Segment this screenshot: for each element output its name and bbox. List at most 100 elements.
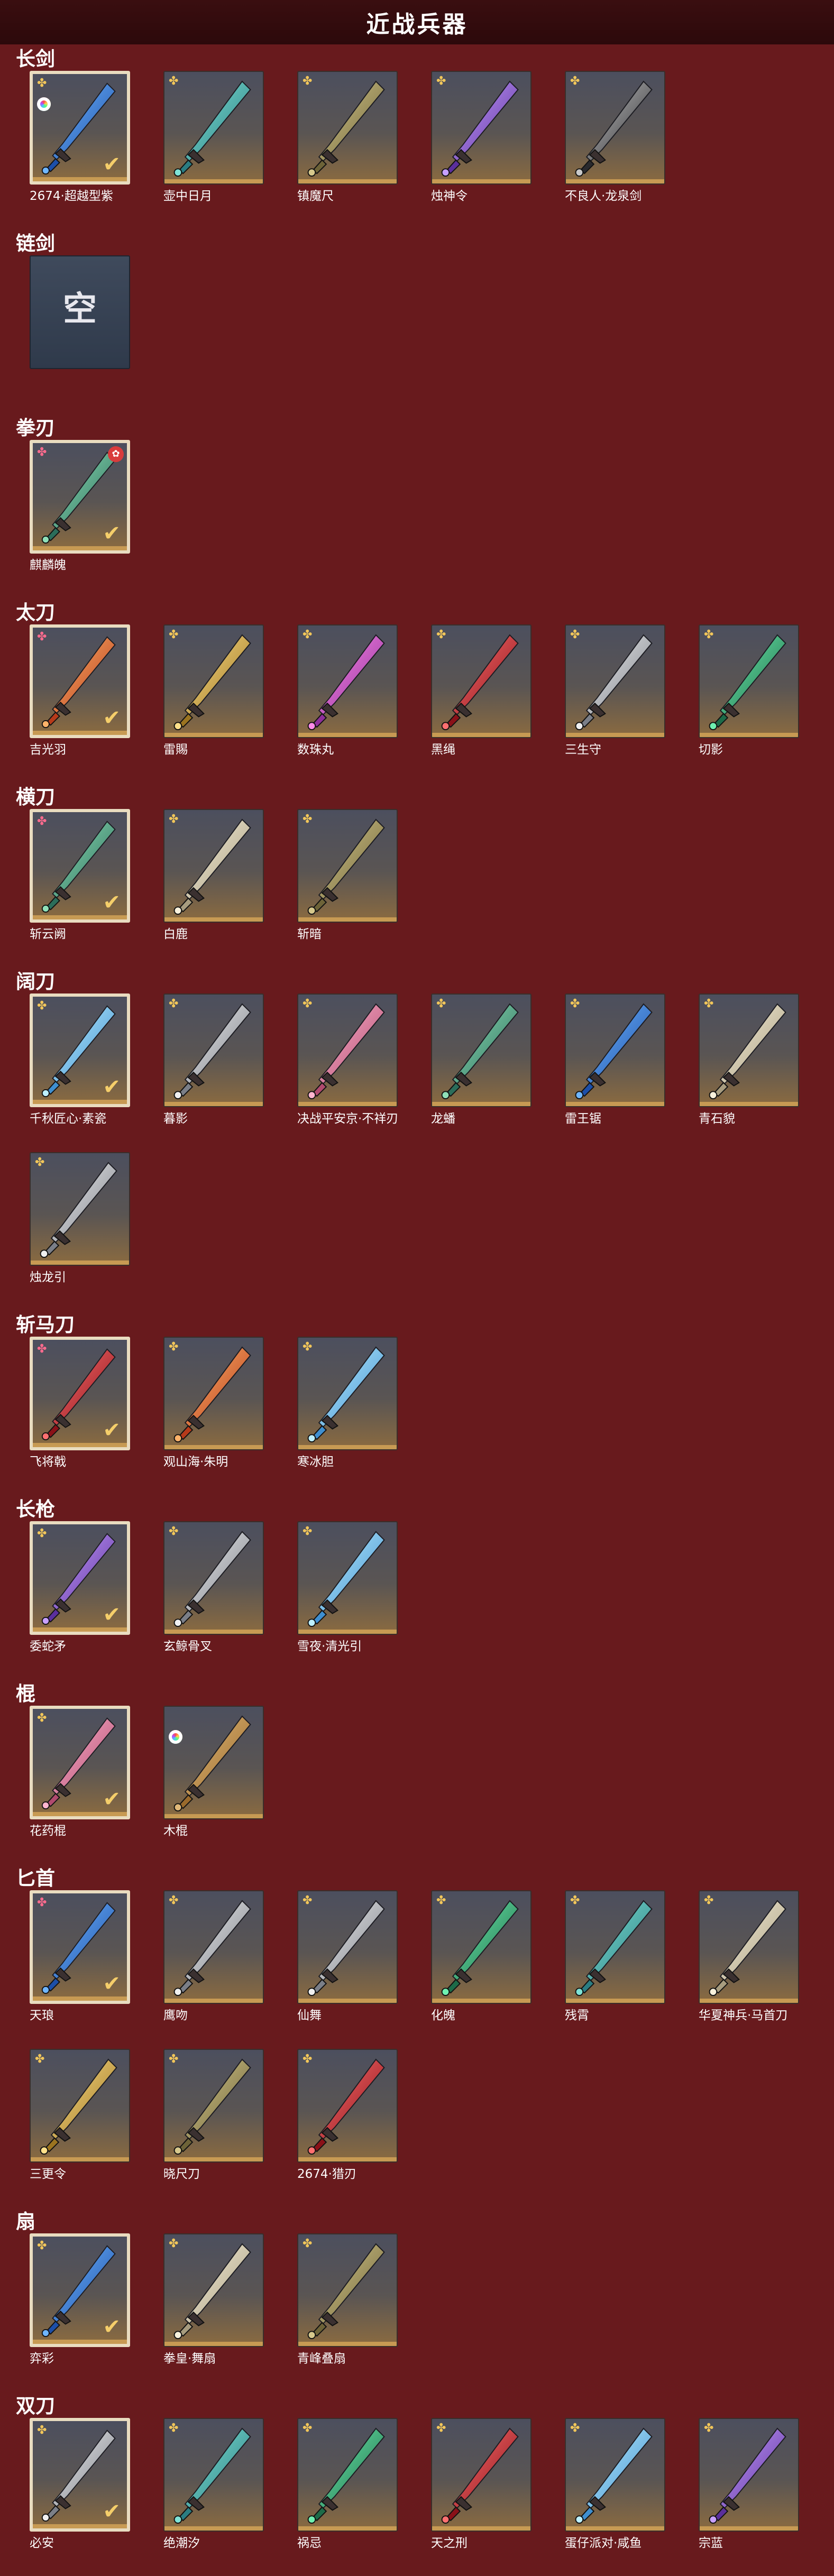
check-icon: ✔	[103, 1418, 121, 1442]
flower-icon: ✤	[303, 997, 313, 1010]
weapon-card[interactable]: ✤ 蛋仔派对·咸鱼	[565, 2418, 665, 2550]
weapon-card[interactable]: ✤ 壶中日月	[163, 71, 264, 203]
weapon-card[interactable]: ✤ 青石貌	[699, 993, 799, 1126]
flower-icon: ✤	[570, 2422, 580, 2435]
weapon-name: 白鹿	[163, 927, 188, 941]
weapon-card[interactable]: ✤ 斩暗	[297, 809, 398, 941]
weapon-card[interactable]: 木棍	[163, 1706, 264, 1838]
weapon-card[interactable]: ✤ 仙舞	[297, 1890, 398, 2022]
weapon-thumbnail: ✤	[163, 624, 264, 738]
weapon-card[interactable]: ✤ 拳皇·舞扇	[163, 2233, 264, 2366]
weapon-card[interactable]: ✤ 镇魔尺	[297, 71, 398, 203]
weapon-card[interactable]: ✤ 祸忌	[297, 2418, 398, 2550]
flower-icon: ✤	[37, 77, 47, 90]
weapon-card[interactable]: ✤ 寒冰胆	[297, 1337, 398, 1469]
weapon-thumbnail: ✤	[297, 1337, 398, 1450]
weapon-card[interactable]: ✤ ✔ 斩云阙	[30, 809, 130, 941]
weapon-card[interactable]: ✤ 切影	[699, 624, 799, 757]
weapon-card[interactable]: ✤ 化魄	[431, 1890, 531, 2022]
flower-icon: ✤	[35, 2053, 45, 2066]
category-title: 匕首	[16, 1867, 55, 1890]
weapon-card[interactable]: ✤ ✔ 花药棍	[30, 1706, 130, 1838]
weapon-illustration	[40, 1162, 117, 1258]
weapon-thumbnail: ✤	[431, 71, 531, 185]
weapon-name: 拳皇·舞扇	[163, 2352, 216, 2366]
weapon-illustration	[173, 2243, 251, 2340]
weapon-card[interactable]: ✤ 三更令	[30, 2049, 130, 2181]
weapon-thumbnail: ✤	[565, 2418, 665, 2532]
weapon-thumbnail: ✤	[163, 1521, 264, 1635]
weapon-card[interactable]: ✤ ✔ 千秋匠心·素瓷	[30, 993, 130, 1126]
weapon-card[interactable]: ✤ 观山海·朱明	[163, 1337, 264, 1469]
weapon-name: 花药棍	[30, 1824, 66, 1838]
weapon-card[interactable]: ✤ 雷賜	[163, 624, 264, 757]
weapon-card[interactable]: ✤ 数珠丸	[297, 624, 398, 757]
weapon-thumbnail: ✤	[565, 71, 665, 185]
weapon-card[interactable]: ✤ 宗蓝	[699, 2418, 799, 2550]
weapon-card[interactable]: ✤ 黑绳	[431, 624, 531, 757]
weapon-name: 雪夜·清光引	[297, 1640, 362, 1653]
weapon-card[interactable]: ✤ 晓尺刀	[163, 2049, 264, 2181]
weapon-name: 玄鲸骨叉	[163, 1640, 212, 1653]
weapon-card[interactable]: ✤ 华夏神兵·马首刀	[699, 1890, 799, 2022]
weapon-card[interactable]: ✤ 暮影	[163, 993, 264, 1126]
weapon-thumbnail: ✤	[699, 993, 799, 1107]
category-section: 棍 ✤ ✔ 花药棍 木棍	[0, 1679, 834, 1864]
weapon-grid: ✤ ✔ 吉光羽 ✤ 雷賜 ✤ 数珠丸 ✤ 黑绳 ✤ 三生守 ✤ 切影	[30, 624, 799, 757]
weapon-card[interactable]: ✤ 烛神令	[431, 71, 531, 203]
weapon-card[interactable]: ✤ 鹰吻	[163, 1890, 264, 2022]
weapon-name: 2674·超越型紫	[30, 189, 113, 203]
weapon-card[interactable]: ✤ 残霄	[565, 1890, 665, 2022]
weapon-card[interactable]: ✤ ✿ ✔ 麒麟魄	[30, 440, 130, 572]
weapon-name: 雷賜	[163, 743, 188, 757]
category-title: 扇	[16, 2210, 35, 2233]
flower-icon: ✤	[169, 2422, 179, 2435]
category-title: 长剑	[16, 48, 55, 70]
weapon-card[interactable]: ✤ 2674·猎刃	[297, 2049, 398, 2181]
weapon-illustration	[575, 80, 653, 177]
flower-icon: ✤	[570, 628, 580, 641]
weapon-card[interactable]: ✤ 龙蟠	[431, 993, 531, 1126]
weapon-thumbnail: ✤	[565, 624, 665, 738]
weapon-card[interactable]: ✤ 青峰叠扇	[297, 2233, 398, 2366]
weapon-illustration	[709, 634, 786, 731]
flower-icon: ✤	[704, 628, 714, 641]
flower-icon: ✤	[303, 1525, 313, 1538]
weapon-card[interactable]: ✤ 白鹿	[163, 809, 264, 941]
weapon-card[interactable]: ✤ 玄鲸骨叉	[163, 1521, 264, 1653]
weapon-card[interactable]: ✤ ✔ 必安	[30, 2418, 130, 2550]
weapon-thumbnail: ✤ ✔	[30, 1337, 130, 1450]
weapon-card[interactable]: ✤ 决战平安京·不祥刃	[297, 993, 398, 1126]
weapon-name: 仙舞	[297, 2009, 322, 2022]
weapon-thumbnail: ✤	[163, 1890, 264, 2004]
flower-icon: ✤	[169, 1340, 179, 1354]
weapon-name: 残霄	[565, 2009, 589, 2022]
weapon-thumbnail: ✤	[163, 1337, 264, 1450]
weapon-card[interactable]: ✤ ✔ 2674·超越型紫	[30, 71, 130, 203]
flower-icon: ✤	[37, 815, 47, 828]
weapon-name: 青峰叠扇	[297, 2352, 346, 2366]
category-title: 斩马刀	[16, 1313, 75, 1336]
weapon-card[interactable]: ✤ 烛龙引	[30, 1152, 130, 1284]
empty-weapon-slot[interactable]: 空	[30, 255, 130, 374]
weapon-card[interactable]: ✤ ✔ 委蛇矛	[30, 1521, 130, 1653]
weapon-card[interactable]: ✤ ✔ 吉光羽	[30, 624, 130, 757]
weapon-card[interactable]: ✤ 绝潮汐	[163, 2418, 264, 2550]
category-title: 横刀	[16, 786, 55, 808]
weapon-card[interactable]: ✤ ✔ 弈彩	[30, 2233, 130, 2366]
check-icon: ✔	[103, 521, 121, 546]
weapon-card[interactable]: ✤ 不良人·龙泉剑	[565, 71, 665, 203]
weapon-thumbnail: ✤	[297, 1890, 398, 2004]
weapon-illustration	[173, 80, 251, 177]
weapon-card[interactable]: ✤ 雷王锯	[565, 993, 665, 1126]
weapon-card[interactable]: ✤ 三生守	[565, 624, 665, 757]
weapon-name: 三更令	[30, 2167, 66, 2181]
check-icon: ✔	[103, 1075, 121, 1099]
weapon-card[interactable]: ✤ ✔ 飞将戟	[30, 1337, 130, 1469]
weapon-card[interactable]: ✤ 天之刑	[431, 2418, 531, 2550]
weapon-card[interactable]: ✤ ✔ 天琅	[30, 1890, 130, 2022]
check-icon: ✔	[103, 2499, 121, 2524]
flower-icon: ✤	[436, 997, 446, 1010]
weapon-card[interactable]: ✤ 雪夜·清光引	[297, 1521, 398, 1653]
flower-icon: ✤	[303, 1894, 313, 1907]
